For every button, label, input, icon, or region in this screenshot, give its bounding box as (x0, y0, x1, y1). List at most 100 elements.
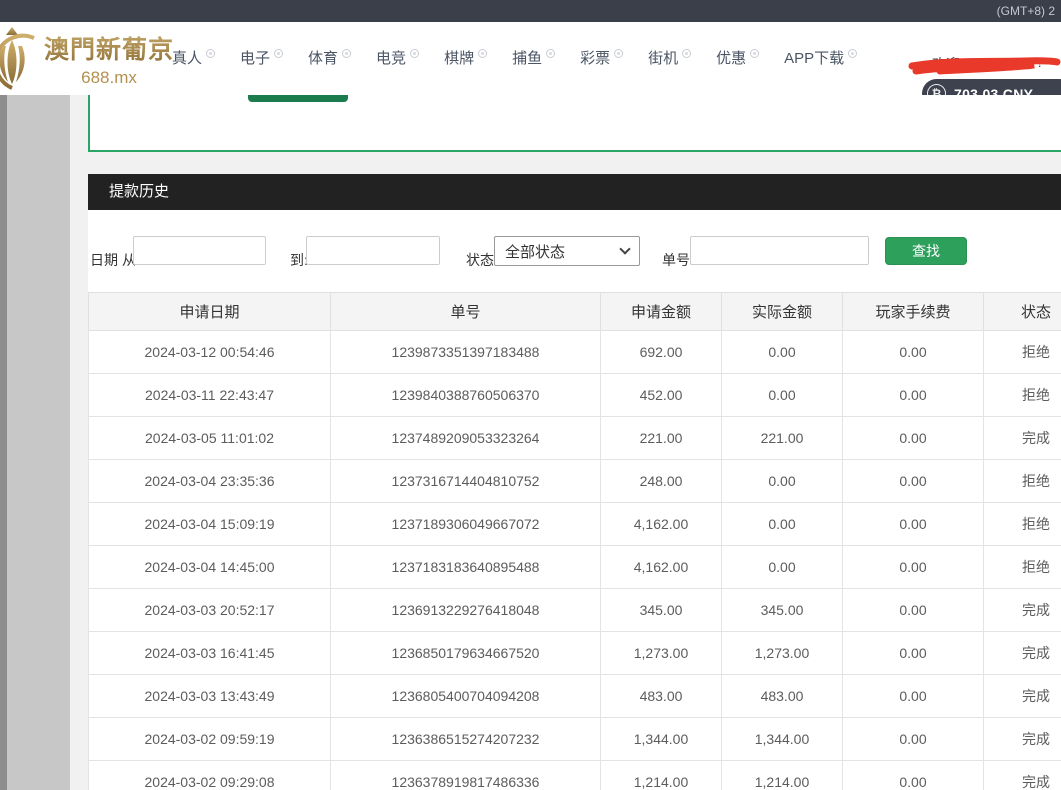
cell-request-date: 2024-03-12 00:54:46 (89, 331, 331, 374)
cell-actual-amount: 345.00 (722, 589, 843, 632)
cell-applied-amount: 692.00 (601, 331, 722, 374)
cell-request-date: 2024-03-02 09:59:19 (89, 718, 331, 761)
cell-player-fee: 0.00 (843, 374, 984, 417)
nav-item-label: APP下载 (784, 48, 844, 70)
cell-actual-amount: 0.00 (722, 331, 843, 374)
timezone-label: (GMT+8) 2 (997, 4, 1055, 18)
chevron-down-icon (619, 243, 630, 254)
nav-item-label: 棋牌 (444, 48, 474, 70)
submit-button-remnant[interactable] (248, 95, 348, 102)
cell-actual-amount: 1,344.00 (722, 718, 843, 761)
nav-item-youhui[interactable]: 优惠 (716, 48, 759, 70)
cell-order-number: 1237489209053323264 (331, 417, 601, 460)
cell-player-fee: 0.00 (843, 718, 984, 761)
cell-status: 拒绝 (984, 460, 1061, 503)
cell-player-fee: 0.00 (843, 331, 984, 374)
page-body: 提款历史 日期 从: 到: 状态: 全部状态 单号: 查找 (0, 95, 1061, 790)
cell-applied-amount: 248.00 (601, 460, 722, 503)
nav-item-buyu[interactable]: 捕鱼 (512, 48, 555, 70)
table-row: 2024-03-03 13:43:49123680540070409420848… (89, 675, 1061, 718)
status-select-value: 全部状态 (505, 241, 621, 262)
cell-request-date: 2024-03-04 23:35:36 (89, 460, 331, 503)
nav-badge-icon (750, 49, 759, 58)
nav-item-dianjing[interactable]: 电竞 (376, 48, 419, 70)
cell-order-number: 1237183183640895488 (331, 546, 601, 589)
nav-item-app-download[interactable]: APP下载 (784, 48, 857, 70)
cell-order-number: 1239840388760506370 (331, 374, 601, 417)
nav-item-label: 优惠 (716, 48, 746, 70)
order-number-input[interactable] (690, 236, 869, 265)
nav-badge-icon (614, 49, 623, 58)
table-row: 2024-03-02 09:29:0812363789198174863361,… (89, 761, 1061, 790)
cell-applied-amount: 1,214.00 (601, 761, 722, 790)
cell-status: 拒绝 (984, 331, 1061, 374)
cell-player-fee: 0.00 (843, 761, 984, 790)
column-header: 申请日期 (89, 293, 331, 331)
cell-applied-amount: 4,162.00 (601, 546, 722, 589)
cell-request-date: 2024-03-05 11:01:02 (89, 417, 331, 460)
nav-item-label: 真人 (172, 48, 202, 70)
logo[interactable]: 澳門新葡京 688.mx (44, 30, 174, 88)
nav-badge-icon (848, 49, 857, 58)
cell-actual-amount: 483.00 (722, 675, 843, 718)
cell-actual-amount: 221.00 (722, 417, 843, 460)
cell-applied-amount: 483.00 (601, 675, 722, 718)
cell-status: 拒绝 (984, 374, 1061, 417)
table-row: 2024-03-04 15:09:1912371893060496670724,… (89, 503, 1061, 546)
cell-player-fee: 0.00 (843, 417, 984, 460)
cell-actual-amount: 0.00 (722, 374, 843, 417)
cell-applied-amount: 1,273.00 (601, 632, 722, 675)
cell-request-date: 2024-03-02 09:29:08 (89, 761, 331, 790)
history-content: 日期 从: 到: 状态: 全部状态 单号: 查找 申请日期单号申请金额实际金额 (88, 210, 1061, 790)
nav-item-jieji[interactable]: 街机 (648, 48, 691, 70)
cell-actual-amount: 0.00 (722, 546, 843, 589)
nav-item-tiyu[interactable]: 体育 (308, 48, 351, 70)
search-button[interactable]: 查找 (885, 237, 967, 265)
cell-status: 完成 (984, 589, 1061, 632)
nav-badge-icon (410, 49, 419, 58)
cell-actual-amount: 0.00 (722, 460, 843, 503)
table-row: 2024-03-05 11:01:02123748920905332326422… (89, 417, 1061, 460)
cell-request-date: 2024-03-04 15:09:19 (89, 503, 331, 546)
section-title: 提款历史 (88, 174, 1061, 210)
cell-applied-amount: 345.00 (601, 589, 722, 632)
cell-order-number: 1236850179634667520 (331, 632, 601, 675)
cell-applied-amount: 452.00 (601, 374, 722, 417)
cell-status: 完成 (984, 675, 1061, 718)
nav-item-label: 街机 (648, 48, 678, 70)
cell-applied-amount: 221.00 (601, 417, 722, 460)
left-edge-strip (0, 95, 7, 790)
cell-request-date: 2024-03-03 20:52:17 (89, 589, 331, 632)
table-row: 2024-03-03 20:52:17123691322927641804834… (89, 589, 1061, 632)
cell-player-fee: 0.00 (843, 460, 984, 503)
table-row: 2024-03-12 00:54:46123987335139718348869… (89, 331, 1061, 374)
cell-status: 完成 (984, 632, 1061, 675)
status-select[interactable]: 全部状态 (494, 236, 640, 266)
cell-player-fee: 0.00 (843, 546, 984, 589)
column-header: 玩家手续费 (843, 293, 984, 331)
date-from-input[interactable] (133, 236, 266, 265)
nav-item-label: 彩票 (580, 48, 610, 70)
withdrawal-history-table: 申请日期单号申请金额实际金额玩家手续费状态 2024-03-12 00:54:4… (88, 292, 1061, 790)
nav-item-zhenren[interactable]: 真人 (172, 48, 215, 70)
cell-status: 完成 (984, 417, 1061, 460)
nav-item-dianzi[interactable]: 电子 (240, 48, 283, 70)
cell-applied-amount: 4,162.00 (601, 503, 722, 546)
cell-applied-amount: 1,344.00 (601, 718, 722, 761)
column-header: 实际金额 (722, 293, 843, 331)
withdraw-form-panel (88, 95, 1061, 152)
site-header: 澳門新葡京 688.mx 真人电子体育电竞棋牌捕鱼彩票街机优惠APP下载 欢迎!… (0, 22, 1061, 95)
nav-badge-icon (274, 49, 283, 58)
section-header: 提款历史 (88, 174, 1061, 210)
nav-item-qipai[interactable]: 棋牌 (444, 48, 487, 70)
nav-badge-icon (478, 49, 487, 58)
logo-domain: 688.mx (44, 68, 174, 88)
cell-request-date: 2024-03-04 14:45:00 (89, 546, 331, 589)
cell-order-number: 1236386515274207232 (331, 718, 601, 761)
nav-badge-icon (206, 49, 215, 58)
table-row: 2024-03-11 22:43:47123984038876050637045… (89, 374, 1061, 417)
date-to-input[interactable] (306, 236, 440, 265)
cell-player-fee: 0.00 (843, 675, 984, 718)
nav-item-caipiao[interactable]: 彩票 (580, 48, 623, 70)
nav-badge-icon (682, 49, 691, 58)
